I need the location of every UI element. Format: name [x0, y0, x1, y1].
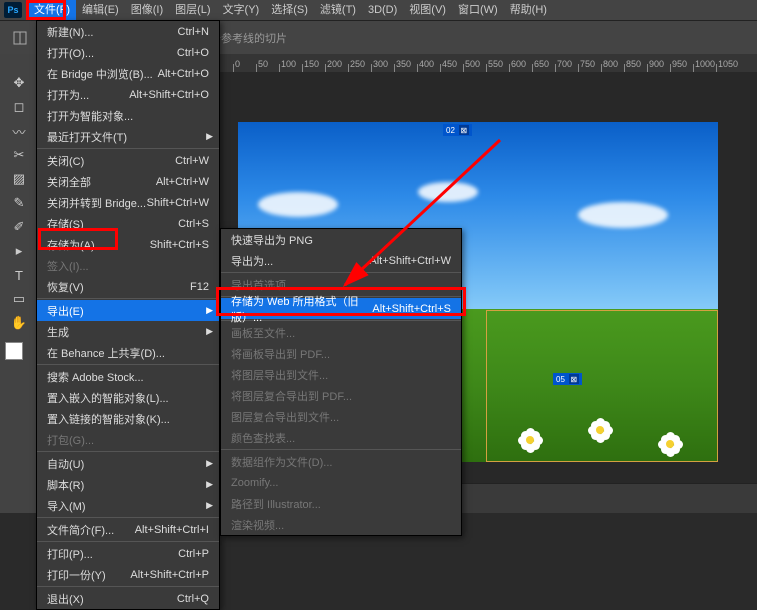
submenu-item: 将画板导出到 PDF... — [221, 343, 461, 364]
menubar: 文件(F)编辑(E)图像(I)图层(L)文字(Y)选择(S)滤镜(T)3D(D)… — [0, 0, 757, 20]
hand-tool[interactable]: ✋ — [7, 312, 31, 334]
menu-item[interactable]: 关闭并转到 Bridge...Shift+Ctrl+W — [37, 192, 219, 213]
menubar-item[interactable]: 帮助(H) — [504, 0, 553, 20]
menu-item[interactable]: 生成▶ — [37, 321, 219, 342]
submenu-item: 将图层复合导出到 PDF... — [221, 385, 461, 406]
menu-item[interactable]: 导出(E)▶ — [37, 300, 219, 321]
move-tool[interactable]: ✥ — [7, 72, 31, 94]
menu-item[interactable]: 打印一份(Y)Alt+Shift+Ctrl+P — [37, 564, 219, 585]
menu-item[interactable]: 搜索 Adobe Stock... — [37, 366, 219, 387]
submenu-item: 路径到 Illustrator... — [221, 493, 461, 514]
menubar-item[interactable]: 窗口(W) — [452, 0, 504, 20]
slice-tool-icon — [9, 27, 31, 49]
submenu-item: 数据组作为文件(D)... — [221, 451, 461, 472]
menu-item: 打包(G)... — [37, 429, 219, 450]
menubar-item[interactable]: 视图(V) — [403, 0, 452, 20]
submenu-item: Zoomify... — [221, 472, 461, 493]
crop-tool[interactable]: ✂ — [7, 144, 31, 166]
marquee-tool[interactable]: ◻ — [7, 96, 31, 118]
menu-item[interactable]: 恢复(V)F12 — [37, 276, 219, 297]
menubar-item[interactable]: 图层(L) — [169, 0, 216, 20]
slice-tool[interactable]: ▨ — [7, 168, 31, 190]
menubar-item[interactable]: 选择(S) — [265, 0, 314, 20]
shape-tool[interactable]: ▭ — [7, 288, 31, 310]
submenu-item: 画板至文件... — [221, 322, 461, 343]
menu-item[interactable]: 打印(P)...Ctrl+P — [37, 543, 219, 564]
tools-panel: ✥ ◻ 〰 ✂ ▨ ✎ ✐ ▸ T ▭ ✋ — [0, 54, 38, 513]
menubar-item[interactable]: 3D(D) — [362, 0, 403, 20]
eyedropper-tool[interactable]: ✎ — [7, 192, 31, 214]
menubar-item[interactable]: 文字(Y) — [217, 0, 266, 20]
menu-item[interactable]: 关闭(C)Ctrl+W — [37, 150, 219, 171]
text-tool[interactable]: T — [7, 264, 31, 286]
menubar-item[interactable]: 图像(I) — [125, 0, 169, 20]
slice-marker-mid[interactable]: 05⊠ — [553, 373, 582, 385]
lasso-tool[interactable]: 〰 — [7, 120, 31, 142]
menu-item[interactable]: 存储为(A)...Shift+Ctrl+S — [37, 234, 219, 255]
submenu-item[interactable]: 导出为...Alt+Shift+Ctrl+W — [221, 250, 461, 271]
menu-item[interactable]: 打开(O)...Ctrl+O — [37, 42, 219, 63]
menu-item[interactable]: 退出(X)Ctrl+Q — [37, 588, 219, 609]
menu-item[interactable]: 脚本(R)▶ — [37, 474, 219, 495]
menu-item[interactable]: 新建(N)...Ctrl+N — [37, 21, 219, 42]
app-logo: Ps — [4, 2, 22, 18]
slice-selection[interactable]: 05⊠ — [486, 310, 718, 462]
export-submenu: 快速导出为 PNG导出为...Alt+Shift+Ctrl+W导出首选项...存… — [220, 228, 462, 536]
submenu-item: 图层复合导出到文件... — [221, 406, 461, 427]
submenu-item: 渲染视频... — [221, 514, 461, 535]
menubar-item[interactable]: 滤镜(T) — [314, 0, 362, 20]
menu-item[interactable]: 自动(U)▶ — [37, 453, 219, 474]
menu-item[interactable]: 关闭全部Alt+Ctrl+W — [37, 171, 219, 192]
menu-item[interactable]: 打开为...Alt+Shift+Ctrl+O — [37, 84, 219, 105]
slice-marker-top[interactable]: 02⊠ — [443, 124, 472, 136]
file-menu-dropdown: 新建(N)...Ctrl+N打开(O)...Ctrl+O在 Bridge 中浏览… — [36, 20, 220, 610]
menu-item[interactable]: 置入链接的智能对象(K)... — [37, 408, 219, 429]
menu-item[interactable]: 存储(S)Ctrl+S — [37, 213, 219, 234]
submenu-item: 颜色查找表... — [221, 427, 461, 448]
menu-item[interactable]: 最近打开文件(T)▶ — [37, 126, 219, 147]
brush-tool[interactable]: ✐ — [7, 216, 31, 238]
submenu-item[interactable]: 存储为 Web 所用格式（旧版）...Alt+Shift+Ctrl+S — [221, 298, 461, 319]
menu-item[interactable]: 打开为智能对象... — [37, 105, 219, 126]
menubar-item[interactable]: 文件(F) — [28, 0, 76, 20]
submenu-item[interactable]: 快速导出为 PNG — [221, 229, 461, 250]
menu-item[interactable]: 在 Bridge 中浏览(B)...Alt+Ctrl+O — [37, 63, 219, 84]
menubar-item[interactable]: 编辑(E) — [76, 0, 125, 20]
menu-item: 签入(I)... — [37, 255, 219, 276]
pen-tool[interactable]: ▸ — [7, 240, 31, 262]
submenu-item: 将图层导出到文件... — [221, 364, 461, 385]
menu-item[interactable]: 置入嵌入的智能对象(L)... — [37, 387, 219, 408]
menu-item[interactable]: 在 Behance 上共享(D)... — [37, 342, 219, 363]
color-swatch[interactable] — [5, 342, 33, 370]
menu-item[interactable]: 文件简介(F)...Alt+Shift+Ctrl+I — [37, 519, 219, 540]
